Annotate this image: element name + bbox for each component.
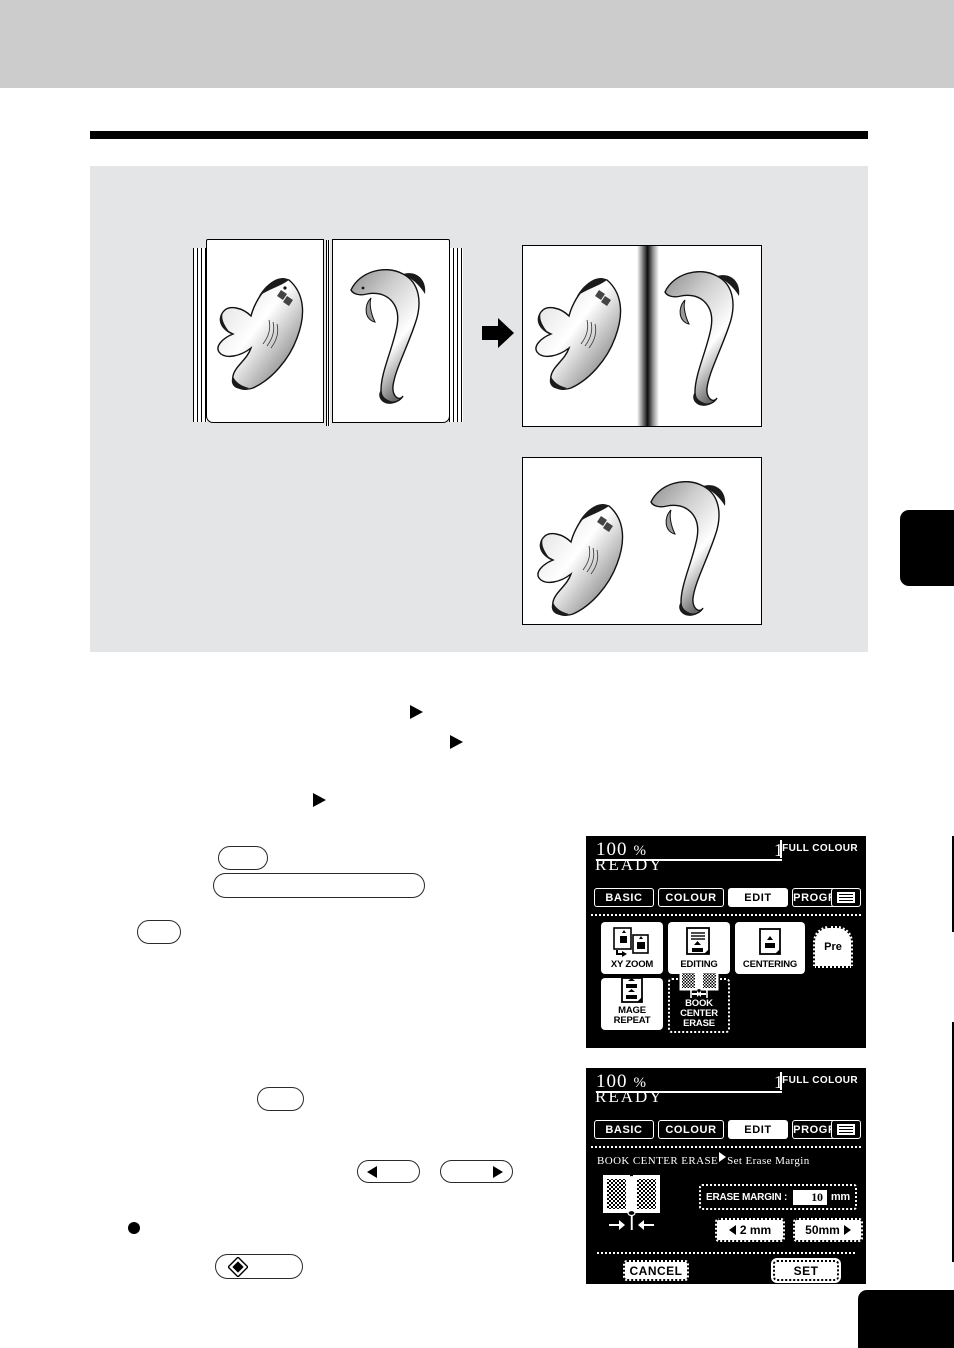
book-spine (326, 240, 330, 426)
image-repeat-icon (617, 976, 647, 1006)
increase-margin-label: 50mm (805, 1223, 840, 1237)
function-button-image-repeat[interactable]: MAGE REPEAT (601, 976, 663, 1030)
breadcrumb-arrow-icon (719, 1152, 727, 1162)
key-reference-pill-edit[interactable] (218, 846, 268, 870)
lcd-separator-margin (597, 1252, 855, 1254)
erase-margin-unit: mm (830, 1191, 850, 1203)
tab-basic-margin[interactable]: BASIC (594, 1120, 654, 1139)
copy-count-margin: 1 (774, 1072, 783, 1092)
centering-icon (756, 924, 784, 960)
book-center-erase-icon (677, 969, 721, 999)
note-bullet-icon (128, 1222, 140, 1234)
lcd-body-edit: XY ZOOM EDITING CENTERING Pre MAGE REPEA… (591, 914, 861, 1043)
colour-mode-margin: FULL COLOUR (782, 1075, 858, 1086)
result-copy-with-shadow (522, 245, 762, 427)
xy-zoom-icon (612, 924, 652, 960)
function-label-bce-line2: ERASE (683, 1018, 715, 1029)
set-button[interactable]: SET (773, 1260, 839, 1281)
tab-row-margin: BASIC COLOUR EDIT PROGRAM (588, 1120, 864, 1142)
tab-edit-margin[interactable]: EDIT (728, 1120, 788, 1139)
settings-list-icon-edit[interactable] (831, 888, 861, 907)
right-triangle-icon (843, 1225, 851, 1235)
copy-count-edit: 1 (774, 840, 783, 860)
breadcrumb-parent: BOOK CENTER ERASE (597, 1155, 719, 1167)
erase-margin-label: ERASE MARGIN : (706, 1191, 788, 1203)
cancel-button[interactable]: CANCEL (623, 1260, 689, 1281)
key-reference-pill-start[interactable] (215, 1254, 303, 1279)
dolphin-illustration-copy2 (650, 481, 726, 616)
colour-mode-edit: FULL COLOUR (782, 843, 858, 854)
lcd-body-margin: BOOK CENTER ERASE Set Erase Margin ERASE… (591, 1146, 863, 1281)
chapter-thumb-tab (900, 510, 954, 586)
key-reference-pill-increase[interactable] (440, 1160, 513, 1183)
shark-illustration-copy1 (535, 277, 622, 390)
list-glyph-margin (837, 1124, 855, 1135)
shark-illustration-copy2 (537, 503, 624, 616)
function-label-book-center-erase: BOOK CENTER ERASE (670, 999, 728, 1029)
tab-edit-edit[interactable]: EDIT (728, 888, 788, 907)
book-erase-margin-icon (603, 1175, 660, 1230)
book-page-stack-right (449, 248, 463, 422)
center-binding-shadow (637, 246, 660, 426)
start-button-icon (228, 1256, 248, 1277)
page-header-band (0, 0, 954, 88)
step-marker-icon-1 (410, 705, 423, 719)
dolphin-illustration-right (350, 269, 426, 404)
function-button-centering[interactable]: CENTERING (735, 922, 805, 974)
preset-tab-button[interactable]: Pre (813, 926, 853, 968)
function-button-editing[interactable]: EDITING (668, 922, 730, 974)
left-triangle-icon (728, 1225, 736, 1235)
lcd-panel-edit-menu[interactable]: 100% 1 FULL COLOUR READY BASIC COLOUR ED… (586, 836, 866, 1048)
left-arrow-icon (367, 1165, 377, 1178)
function-label-bce-line1: BOOK CENTER (680, 998, 718, 1019)
step-marker-icon-3 (313, 793, 326, 807)
step-marker-icon-2 (450, 735, 463, 749)
key-reference-pill-set[interactable] (137, 920, 181, 944)
page-corner-tab (858, 1290, 954, 1348)
book-page-stack-left (193, 248, 207, 422)
lcd-status-bar-margin: 100% 1 FULL COLOUR READY (588, 1070, 864, 1106)
key-reference-pill-margin[interactable] (257, 1087, 304, 1111)
increase-margin-button[interactable]: 50mm (793, 1218, 863, 1242)
list-glyph (837, 892, 855, 903)
status-text-margin: READY (595, 1087, 664, 1106)
function-label-xy-zoom: XY ZOOM (610, 959, 654, 970)
tab-basic-edit[interactable]: BASIC (594, 888, 654, 907)
erase-margin-value[interactable]: 10 (792, 1189, 827, 1205)
shark-illustration-left (217, 277, 304, 390)
decrease-margin-button[interactable]: 2 mm (715, 1218, 785, 1242)
function-label-image-repeat: MAGE REPEAT (613, 1005, 651, 1026)
status-text-edit: READY (595, 855, 664, 874)
breadcrumb-child: Set Erase Margin (727, 1155, 810, 1167)
tab-colour-margin[interactable]: COLOUR (658, 1120, 724, 1139)
key-reference-pill-book-center-erase[interactable] (213, 873, 425, 898)
function-button-xy-zoom[interactable]: XY ZOOM (601, 922, 663, 974)
settings-list-icon-margin[interactable] (831, 1120, 861, 1139)
tab-colour-edit[interactable]: COLOUR (658, 888, 724, 907)
decrease-margin-label: 2 mm (739, 1223, 772, 1237)
dolphin-illustration-copy1 (664, 271, 740, 406)
result-copy-erased (522, 457, 762, 625)
preset-tab-label: Pre (824, 941, 842, 953)
right-arrow-icon (493, 1165, 503, 1178)
function-button-book-center-erase[interactable]: BOOK CENTER ERASE (668, 970, 730, 1033)
lcd-status-bar-edit: 100% 1 FULL COLOUR READY (588, 838, 864, 874)
lcd-panel-erase-margin[interactable]: 100% 1 FULL COLOUR READY BASIC COLOUR ED… (586, 1068, 866, 1284)
editing-icon (683, 924, 715, 960)
erase-margin-field-row[interactable]: ERASE MARGIN : 10 mm (699, 1184, 857, 1210)
breadcrumb-erase-margin: BOOK CENTER ERASE Set Erase Margin (597, 1152, 810, 1167)
tab-row-edit: BASIC COLOUR EDIT PROGRAM (588, 888, 864, 910)
section-rule (90, 131, 868, 139)
function-label-centering: CENTERING (742, 959, 798, 970)
key-reference-pill-decrease[interactable] (357, 1160, 420, 1183)
open-book-figure (193, 236, 463, 436)
illustration-panel (90, 166, 868, 652)
